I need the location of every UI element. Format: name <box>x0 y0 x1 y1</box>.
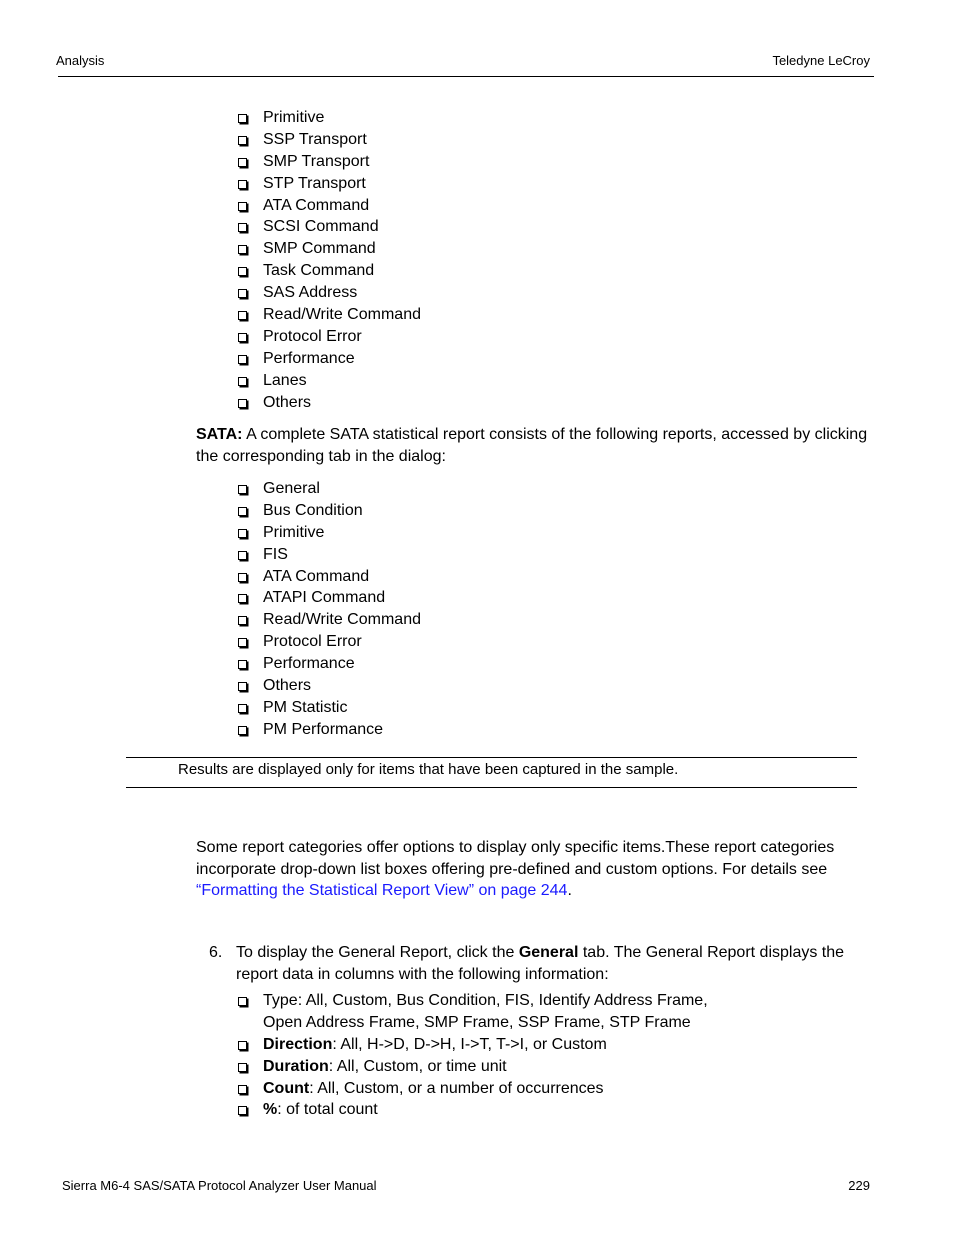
list-item: Protocol Error <box>237 326 421 348</box>
checkbox-bullet-icon <box>238 332 247 342</box>
list-item: Read/Write Command <box>237 609 421 631</box>
list-item: FIS <box>237 544 421 566</box>
checkbox-bullet-icon <box>238 1062 247 1072</box>
options-paragraph: Some report categories offer options to … <box>196 839 835 899</box>
list-item: %: of total count <box>237 1099 743 1121</box>
checkbox-bullet-icon <box>238 311 247 321</box>
list-item: ATA Command <box>237 566 421 588</box>
note-top-rule <box>126 757 857 758</box>
checkbox-bullet-icon <box>238 267 247 277</box>
checkbox-bullet-icon <box>238 289 247 299</box>
checkbox-bullet-icon <box>238 682 247 692</box>
checkbox-bullet-icon <box>238 572 247 582</box>
header-section: Analysis <box>56 53 105 68</box>
note-text: Results are displayed only for items tha… <box>178 761 679 778</box>
list-item: Read/Write Command <box>237 304 421 326</box>
footer-manual-title: Sierra M6-4 SAS/SATA Protocol Analyzer U… <box>62 1178 377 1193</box>
checkbox-bullet-icon <box>238 550 247 560</box>
list-item: Others <box>237 675 421 697</box>
checkbox-bullet-icon <box>238 485 247 494</box>
list-item: SMP Transport <box>237 151 421 173</box>
list-item: SMP Command <box>237 238 421 260</box>
checkbox-bullet-icon <box>238 638 247 648</box>
sata-report-list: General Bus Condition Primitive FIS ATA … <box>237 478 421 741</box>
list-item: PM Statistic <box>237 697 421 719</box>
checkbox-bullet-icon <box>238 616 247 626</box>
list-item: STP Transport <box>237 173 421 195</box>
note-bottom-rule <box>126 787 857 788</box>
step-number: 6. <box>209 944 223 961</box>
checkbox-bullet-icon <box>238 703 247 713</box>
sata-label: SATA: <box>196 426 243 443</box>
step-text: To display the General Report, click the… <box>236 944 845 983</box>
checkbox-bullet-icon <box>238 506 247 516</box>
list-item: ATA Command <box>237 195 421 217</box>
list-item: General <box>237 478 421 500</box>
list-item: SAS Address <box>237 282 421 304</box>
checkbox-bullet-icon <box>238 135 247 145</box>
header-divider <box>58 76 874 77</box>
list-item: Performance <box>237 653 421 675</box>
general-tab-reference: General <box>518 944 579 961</box>
checkbox-bullet-icon <box>238 223 247 233</box>
checkbox-bullet-icon <box>238 1040 247 1050</box>
list-item: Protocol Error <box>237 631 421 653</box>
checkbox-bullet-icon <box>238 1106 247 1116</box>
sas-report-list: Primitive SSP Transport SMP Transport ST… <box>237 107 421 413</box>
list-item: Count: All, Custom, or a number of occur… <box>237 1078 743 1100</box>
list-item: Primitive <box>237 107 421 129</box>
list-item: Performance <box>237 348 421 370</box>
general-columns-list: Type: All, Custom, Bus Condition, FIS, I… <box>237 990 743 1121</box>
checkbox-bullet-icon <box>238 354 247 364</box>
list-item: Duration: All, Custom, or time unit <box>237 1056 743 1078</box>
list-item: Type: All, Custom, Bus Condition, FIS, I… <box>237 990 743 1034</box>
header-company: Teledyne LeCroy <box>772 53 870 68</box>
cross-reference-link[interactable]: “Formatting the Statistical Report View”… <box>196 882 567 899</box>
checkbox-bullet-icon <box>238 594 247 604</box>
checkbox-bullet-icon <box>238 528 247 538</box>
footer-page-number: 229 <box>848 1178 870 1193</box>
sata-intro-paragraph: SATA: A complete SATA statistical report… <box>196 426 868 465</box>
list-item: ATAPI Command <box>237 587 421 609</box>
list-item: SCSI Command <box>237 216 421 238</box>
list-item: Direction: All, H->D, D->H, I->T, T->I, … <box>237 1034 743 1056</box>
checkbox-bullet-icon <box>238 1084 247 1094</box>
checkbox-bullet-icon <box>238 398 247 408</box>
checkbox-bullet-icon <box>238 201 247 211</box>
list-item: SSP Transport <box>237 129 421 151</box>
list-item: Primitive <box>237 522 421 544</box>
list-item: Bus Condition <box>237 500 421 522</box>
list-item: Task Command <box>237 260 421 282</box>
checkbox-bullet-icon <box>238 157 247 167</box>
checkbox-bullet-icon <box>238 997 247 1006</box>
list-item: PM Performance <box>237 719 421 741</box>
checkbox-bullet-icon <box>238 660 247 670</box>
list-item: Lanes <box>237 370 421 392</box>
checkbox-bullet-icon <box>238 376 247 386</box>
checkbox-bullet-icon <box>238 725 247 735</box>
checkbox-bullet-icon <box>238 245 247 255</box>
checkbox-bullet-icon <box>238 179 247 189</box>
list-item: Others <box>237 392 421 414</box>
checkbox-bullet-icon <box>238 114 247 123</box>
